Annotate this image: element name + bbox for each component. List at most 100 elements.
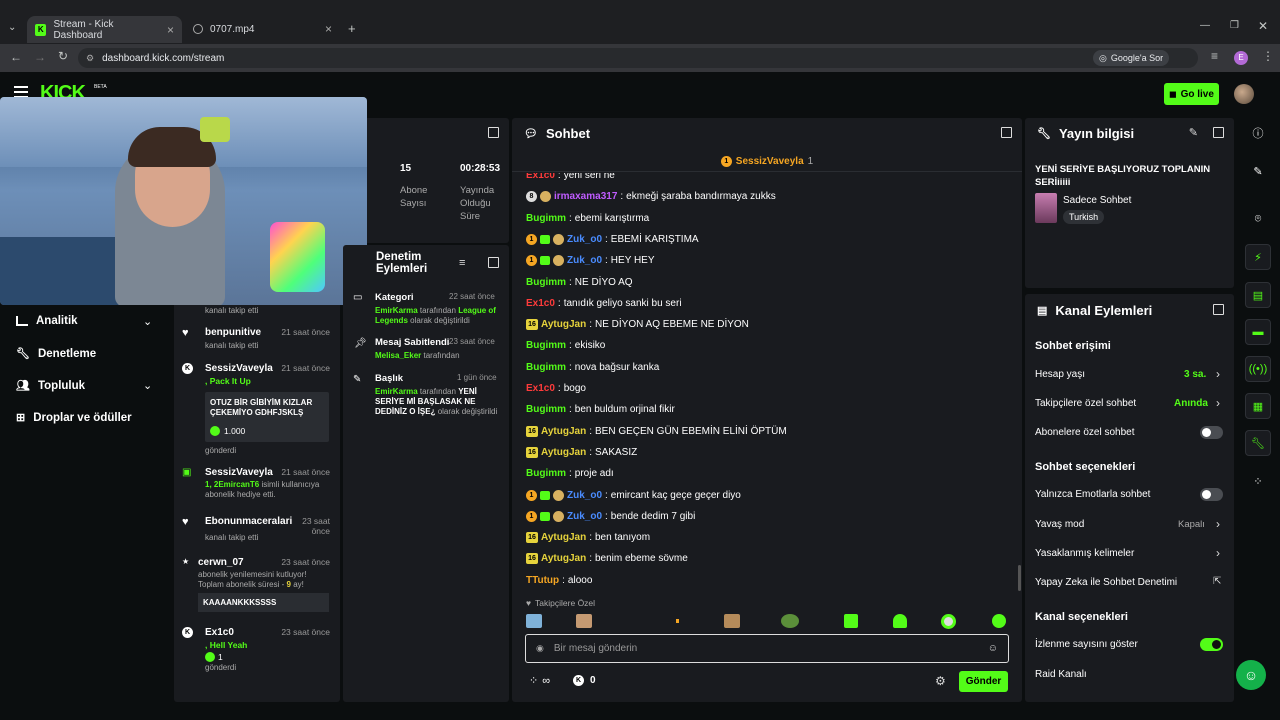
emote-icon[interactable] <box>893 614 907 628</box>
nav-denetleme[interactable]: 🔧︎ Denetleme <box>16 347 96 361</box>
mod-actor[interactable]: EmirKarma <box>375 387 418 396</box>
pinned-user[interactable]: SessizVaveyla <box>736 156 804 167</box>
info-icon[interactable]: ⓘ <box>1245 120 1271 146</box>
send-button[interactable]: Gönder <box>959 671 1008 692</box>
tab-video[interactable]: 0707.mp4 × <box>185 17 340 41</box>
chat-username[interactable]: Zuk_o0 <box>567 255 602 266</box>
show-viewers-toggle[interactable] <box>1200 638 1223 651</box>
pencil-icon[interactable]: ✎ <box>1245 158 1271 184</box>
nav-analitik[interactable]: Analitik <box>16 315 78 327</box>
emote-icon[interactable] <box>781 614 799 628</box>
mod-actor[interactable]: Melisa_Eker <box>375 351 421 360</box>
expand-icon[interactable] <box>488 127 499 138</box>
emote-icon[interactable] <box>724 614 740 628</box>
ai-moderation-label[interactable]: Yapay Zeka ile Sohbet Denetimi <box>1035 577 1177 588</box>
subs-chat-toggle[interactable] <box>1200 426 1223 439</box>
expand-icon[interactable] <box>1213 304 1224 315</box>
filter-icon[interactable]: ≡ <box>459 257 465 269</box>
mod-actor[interactable]: EmirKarma <box>375 306 418 315</box>
chat-username[interactable]: TTutup <box>526 575 559 586</box>
url-field[interactable]: ⚙ dashboard.kick.com/stream <box>78 48 1198 68</box>
pinned-banner[interactable]: 1 SessizVaveyla 1 <box>512 152 1022 172</box>
expand-icon[interactable] <box>488 257 499 268</box>
emoji-icon[interactable]: ☺ <box>988 643 998 654</box>
google-sor-button[interactable]: ◎ Google'a Sor <box>1093 50 1170 66</box>
layout-icon[interactable]: ▦ <box>1245 393 1271 419</box>
edit-pencil-icon[interactable]: ✎ <box>1189 126 1198 139</box>
close-tab-icon[interactable]: × <box>167 23 174 37</box>
lightning-icon[interactable]: ⚡︎ <box>1245 244 1271 270</box>
chat-username[interactable]: Ex1c0 <box>526 298 555 309</box>
support-chat-icon[interactable]: ☺ <box>1236 660 1266 690</box>
chat-username[interactable]: AytugJan <box>541 553 586 564</box>
site-info-icon[interactable]: ⚙ <box>86 53 94 64</box>
emote-icon[interactable] <box>576 614 592 628</box>
emote-icon[interactable] <box>992 614 1006 628</box>
chat-input[interactable]: ◉ Bir mesaj gönderin ☺ <box>525 634 1009 663</box>
maximize-icon[interactable]: ❐ <box>1230 20 1239 31</box>
chat-scrollbar[interactable] <box>1018 565 1021 591</box>
chat-username[interactable]: Bugimm <box>526 340 566 351</box>
wrench-icon[interactable]: 🔧︎ <box>1245 430 1271 456</box>
chat-username[interactable]: AytugJan <box>541 447 586 458</box>
nav-droplar[interactable]: ⊞ Droplar ve ödüller <box>16 411 132 425</box>
close-window-icon[interactable]: ✕ <box>1258 19 1268 33</box>
category-thumbnail[interactable] <box>1035 193 1057 223</box>
new-tab-icon[interactable]: + <box>348 21 356 36</box>
chat-username[interactable]: Zuk_o0 <box>567 234 602 245</box>
chevron-right-icon[interactable]: › <box>1216 517 1220 531</box>
chat-username[interactable]: AytugJan <box>541 532 586 543</box>
emote-icon[interactable] <box>526 614 542 628</box>
points-icon[interactable]: ⁘ <box>1245 468 1271 494</box>
menu-dots-icon[interactable]: ⋮ <box>1262 49 1274 63</box>
expand-icon[interactable] <box>1213 127 1224 138</box>
slow-mode-label[interactable]: Yavaş mod <box>1035 519 1084 530</box>
forward-icon[interactable]: → <box>34 50 46 64</box>
media-icon[interactable]: ≡ <box>1211 49 1218 63</box>
emote-icon[interactable] <box>676 619 679 623</box>
emote-icon[interactable] <box>844 614 858 628</box>
kicks-balance[interactable]: K 0 <box>573 675 596 686</box>
nav-topluluk[interactable]: 👥︎ Topluluk <box>16 379 85 393</box>
category-name[interactable]: Sadece Sohbet <box>1063 195 1131 206</box>
tab-search-icon[interactable]: ⌄ <box>8 22 16 33</box>
chat-settings-gear-icon[interactable]: ⚙ <box>935 674 946 688</box>
chevron-right-icon[interactable]: › <box>1216 396 1220 410</box>
expand-icon[interactable] <box>1001 127 1012 138</box>
chat-username[interactable]: Bugimm <box>526 404 566 415</box>
chevron-right-icon[interactable]: › <box>1216 546 1220 560</box>
chevron-down-icon[interactable]: ⌄ <box>143 315 152 328</box>
emote-only-toggle[interactable] <box>1200 488 1223 501</box>
chat-username[interactable]: Ex1c0 <box>526 383 555 394</box>
channel-points[interactable]: ⁘ ∞ <box>529 674 550 688</box>
camera-icon[interactable]: ⌾ <box>1245 206 1271 232</box>
profile-avatar[interactable]: E <box>1234 51 1248 65</box>
external-link-icon[interactable]: ⇱ <box>1213 576 1221 587</box>
emote-icon[interactable] <box>941 614 956 629</box>
broadcast-icon[interactable]: ((•)) <box>1245 356 1271 382</box>
chat-username[interactable]: Zuk_o0 <box>567 511 602 522</box>
chat-username[interactable]: AytugJan <box>541 319 586 330</box>
chat-username[interactable]: Zuk_o0 <box>567 490 602 501</box>
chevron-right-icon[interactable]: › <box>1216 367 1220 381</box>
chat-username[interactable]: Bugimm <box>526 277 566 288</box>
tab-stream[interactable]: K Stream - Kick Dashboard × <box>27 16 182 43</box>
chat-username[interactable]: Bugimm <box>526 362 566 373</box>
chat-icon[interactable]: ▬ <box>1245 319 1271 345</box>
go-live-button[interactable]: ◼ Go live <box>1164 83 1219 105</box>
reload-icon[interactable]: ↻ <box>58 49 68 63</box>
banned-words-label[interactable]: Yasaklanmış kelimeler <box>1035 548 1134 559</box>
chat-username[interactable]: AytugJan <box>541 426 586 437</box>
chat-username[interactable]: irmaxama317 <box>554 191 617 202</box>
chat-username[interactable]: Bugimm <box>526 468 566 479</box>
document-icon[interactable]: ▤ <box>1245 282 1271 308</box>
back-icon[interactable]: ← <box>10 50 22 64</box>
close-tab-icon[interactable]: × <box>325 22 332 36</box>
chevron-down-icon[interactable]: ⌄ <box>143 379 152 392</box>
user-avatar[interactable] <box>1234 84 1254 104</box>
minimize-icon[interactable]: — <box>1200 20 1210 31</box>
raid-channel-label[interactable]: Raid Kanalı <box>1035 669 1087 680</box>
chat-username[interactable]: Bugimm <box>526 213 566 224</box>
followers-chat-label[interactable]: Takipçilere özel sohbet <box>1035 398 1136 409</box>
account-age-label[interactable]: Hesap yaşı <box>1035 369 1085 380</box>
